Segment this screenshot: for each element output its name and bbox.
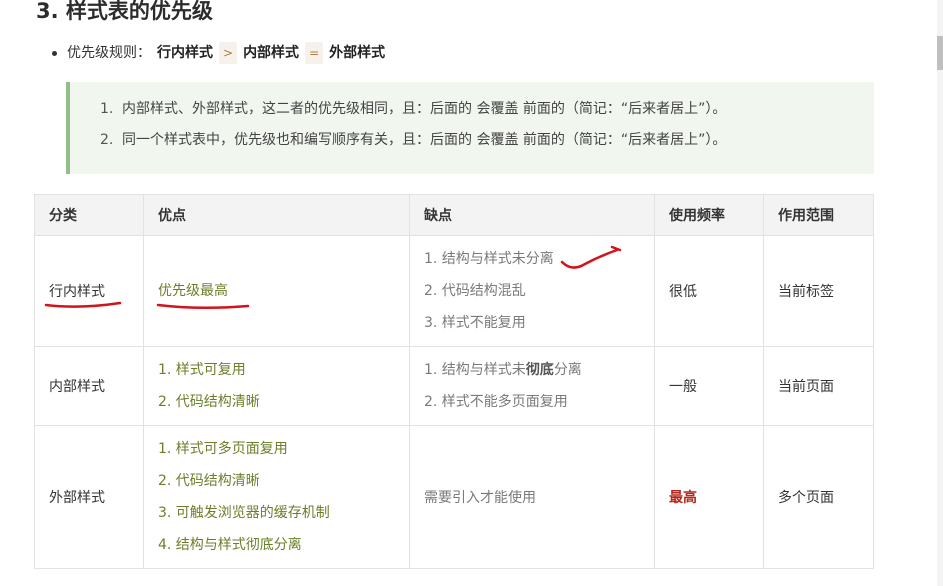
comparison-table: 分类 优点 缺点 使用频率 作用范围 行内样式 优先级最高 1. 结构与样式未分… [34, 194, 874, 569]
page-title: 3. 样式表的优先级 [36, 0, 213, 23]
note-box: 1. 内部样式、外部样式，这二者的优先级相同，且：后面的 会覆盖 前面的（简记：… [66, 82, 874, 174]
category-cell: 内部样式 [34, 346, 144, 426]
pros-cell: 优先级最高 [143, 235, 410, 347]
category-cell: 外部样式 [34, 425, 144, 569]
table-row: 行内样式 优先级最高 1. 结构与样式未分离 2. 代码结构混乱 3. 样式不能… [34, 235, 874, 347]
pros-item: 3. 可触发浏览器的缓存机制 [158, 505, 330, 521]
scope-cell: 当前页面 [763, 346, 874, 426]
pros-item: 2. 代码结构清晰 [158, 394, 260, 410]
header-pros: 优点 [143, 194, 410, 236]
table-header-row: 分类 优点 缺点 使用频率 作用范围 [34, 194, 874, 236]
cons-text: 分离 [553, 362, 582, 378]
header-cons: 缺点 [409, 194, 655, 236]
priority-rule: 优先级规则： 行内样式 > 内部样式 = 外部样式 [52, 42, 385, 64]
pros-cell: 1. 样式可多页面复用 2. 代码结构清晰 3. 可触发浏览器的缓存机制 4. … [143, 425, 410, 569]
cons-emphasis: 彻底 [525, 362, 554, 378]
frequency-cell: 很低 [654, 235, 764, 347]
pros-cell: 1. 样式可复用 2. 代码结构清晰 [143, 346, 410, 426]
note-item: 2. 同一个样式表中，优先级也和编写顺序有关，且：后面的 会覆盖 前面的（简记：… [100, 125, 874, 156]
cons-item: 2. 代码结构混乱 [424, 283, 526, 299]
rule-gt-operator: > [219, 42, 238, 64]
header-scope: 作用范围 [763, 194, 874, 236]
cons-cell: 1. 结构与样式未分离 2. 代码结构混乱 3. 样式不能复用 [409, 235, 655, 347]
vertical-scrollbar[interactable] [937, 0, 943, 586]
header-frequency: 使用频率 [654, 194, 764, 236]
pros-item: 2. 代码结构清晰 [158, 473, 260, 489]
frequency-cell: 一般 [654, 346, 764, 426]
cons-item: 3. 样式不能复用 [424, 315, 526, 331]
scrollbar-thumb[interactable] [937, 36, 943, 70]
table-row: 外部样式 1. 样式可多页面复用 2. 代码结构清晰 3. 可触发浏览器的缓存机… [34, 425, 874, 569]
note-number: 2. [100, 132, 114, 148]
rule-eq-operator: = [305, 42, 324, 64]
cons-item: 2. 样式不能多页面复用 [424, 394, 568, 410]
note-item: 1. 内部样式、外部样式，这二者的优先级相同，且：后面的 会覆盖 前面的（简记：… [100, 94, 874, 125]
rule-inline: 行内样式 [157, 45, 213, 61]
cons-item: 1. 结构与样式未分离 [424, 251, 554, 267]
scope-cell: 多个页面 [763, 425, 874, 569]
frequency-cell: 最高 [654, 425, 764, 569]
header-category: 分类 [34, 194, 144, 236]
cons-item: 1. 结构与样式未彻底分离 [424, 354, 640, 386]
note-number: 1. [100, 101, 114, 117]
rule-internal: 内部样式 [243, 45, 300, 61]
cons-text: 1. 结构与样式未 [424, 362, 526, 378]
rule-external: 外部样式 [329, 45, 386, 61]
note-text: 同一个样式表中，优先级也和编写顺序有关，且：后面的 会覆盖 前面的（简记：“后来… [122, 132, 727, 148]
pros-item: 1. 样式可多页面复用 [158, 441, 288, 457]
pros-item: 优先级最高 [158, 283, 228, 299]
cons-cell: 1. 结构与样式未彻底分离 2. 样式不能多页面复用 [409, 346, 655, 426]
note-text: 内部样式、外部样式，这二者的优先级相同，且：后面的 会覆盖 前面的（简记：“后来… [122, 101, 727, 117]
rule-prefix: 优先级规则： [67, 45, 151, 61]
bullet-icon [52, 50, 57, 56]
pros-item: 1. 样式可复用 [158, 362, 246, 378]
category-cell: 行内样式 [34, 235, 144, 347]
pros-item: 4. 结构与样式彻底分离 [158, 537, 302, 553]
table-row: 内部样式 1. 样式可复用 2. 代码结构清晰 1. 结构与样式未彻底分离 2.… [34, 346, 874, 426]
cons-cell: 需要引入才能使用 [409, 425, 655, 569]
scope-cell: 当前标签 [763, 235, 874, 347]
